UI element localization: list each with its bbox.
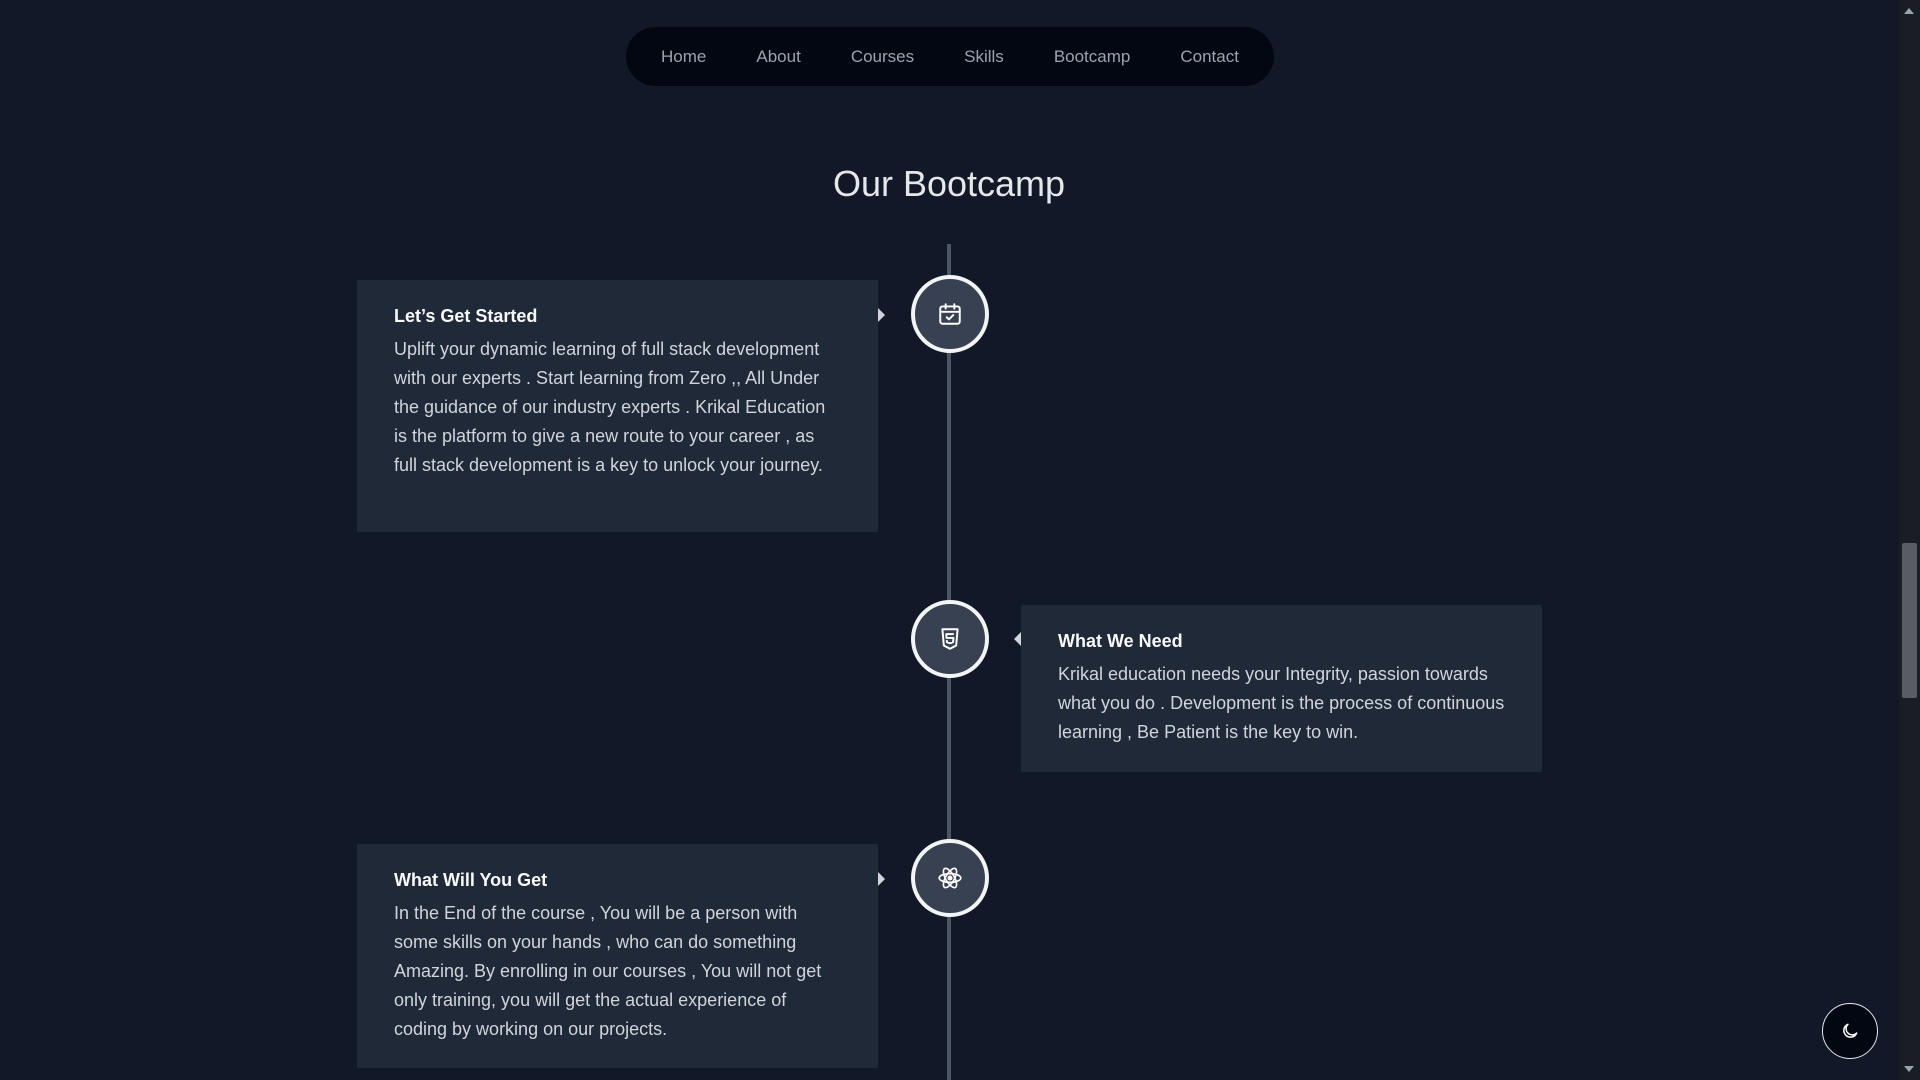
nav-courses[interactable]: Courses (826, 27, 939, 86)
card-pointer (878, 872, 885, 886)
main-nav: Home About Courses Skills Bootcamp Conta… (626, 27, 1274, 86)
timeline-card-title: What We Need (1058, 631, 1183, 651)
moon-icon (1843, 1023, 1858, 1038)
theme-toggle-button[interactable] (1822, 1003, 1878, 1059)
card-pointer (1014, 632, 1021, 646)
timeline-card-title: Let’s Get Started (394, 306, 538, 326)
timeline-node-1 (911, 275, 989, 353)
timeline-card-title: What Will You Get (394, 870, 548, 890)
html5-icon (941, 628, 959, 650)
timeline-card-text: In the End of the course , You will be a… (394, 903, 822, 1039)
timeline-card-text: Uplift your dynamic learning of full sta… (394, 339, 826, 475)
nav-bootcamp[interactable]: Bootcamp (1029, 27, 1156, 86)
timeline-node-2 (911, 600, 989, 678)
page: Home About Courses Skills Bootcamp Conta… (0, 0, 1920, 1080)
nav-about[interactable]: About (731, 27, 825, 86)
card-pointer (878, 308, 885, 322)
page-scrollbar[interactable] (1899, 0, 1920, 1080)
nav-contact[interactable]: Contact (1155, 27, 1264, 86)
timeline-card-1: Let’s Get Started Uplift your dynamic le… (357, 280, 878, 532)
timeline-card-3: What Will You Get In the End of the cour… (357, 844, 878, 1068)
section-title: Our Bootcamp (832, 163, 1066, 204)
react-atom-icon (938, 867, 962, 889)
timeline-card-2: What We Need Krikal education needs your… (1021, 605, 1542, 772)
nav-skills[interactable]: Skills (939, 27, 1029, 86)
scroll-up-arrow-icon[interactable] (1904, 8, 1914, 14)
calendar-check-icon (939, 303, 961, 325)
timeline-card-text: Krikal education needs your Integrity, p… (1058, 664, 1505, 742)
scroll-down-arrow-icon[interactable] (1904, 1066, 1914, 1072)
scroll-thumb[interactable] (1902, 543, 1917, 698)
timeline-node-3 (911, 839, 989, 917)
nav-home[interactable]: Home (636, 27, 731, 86)
